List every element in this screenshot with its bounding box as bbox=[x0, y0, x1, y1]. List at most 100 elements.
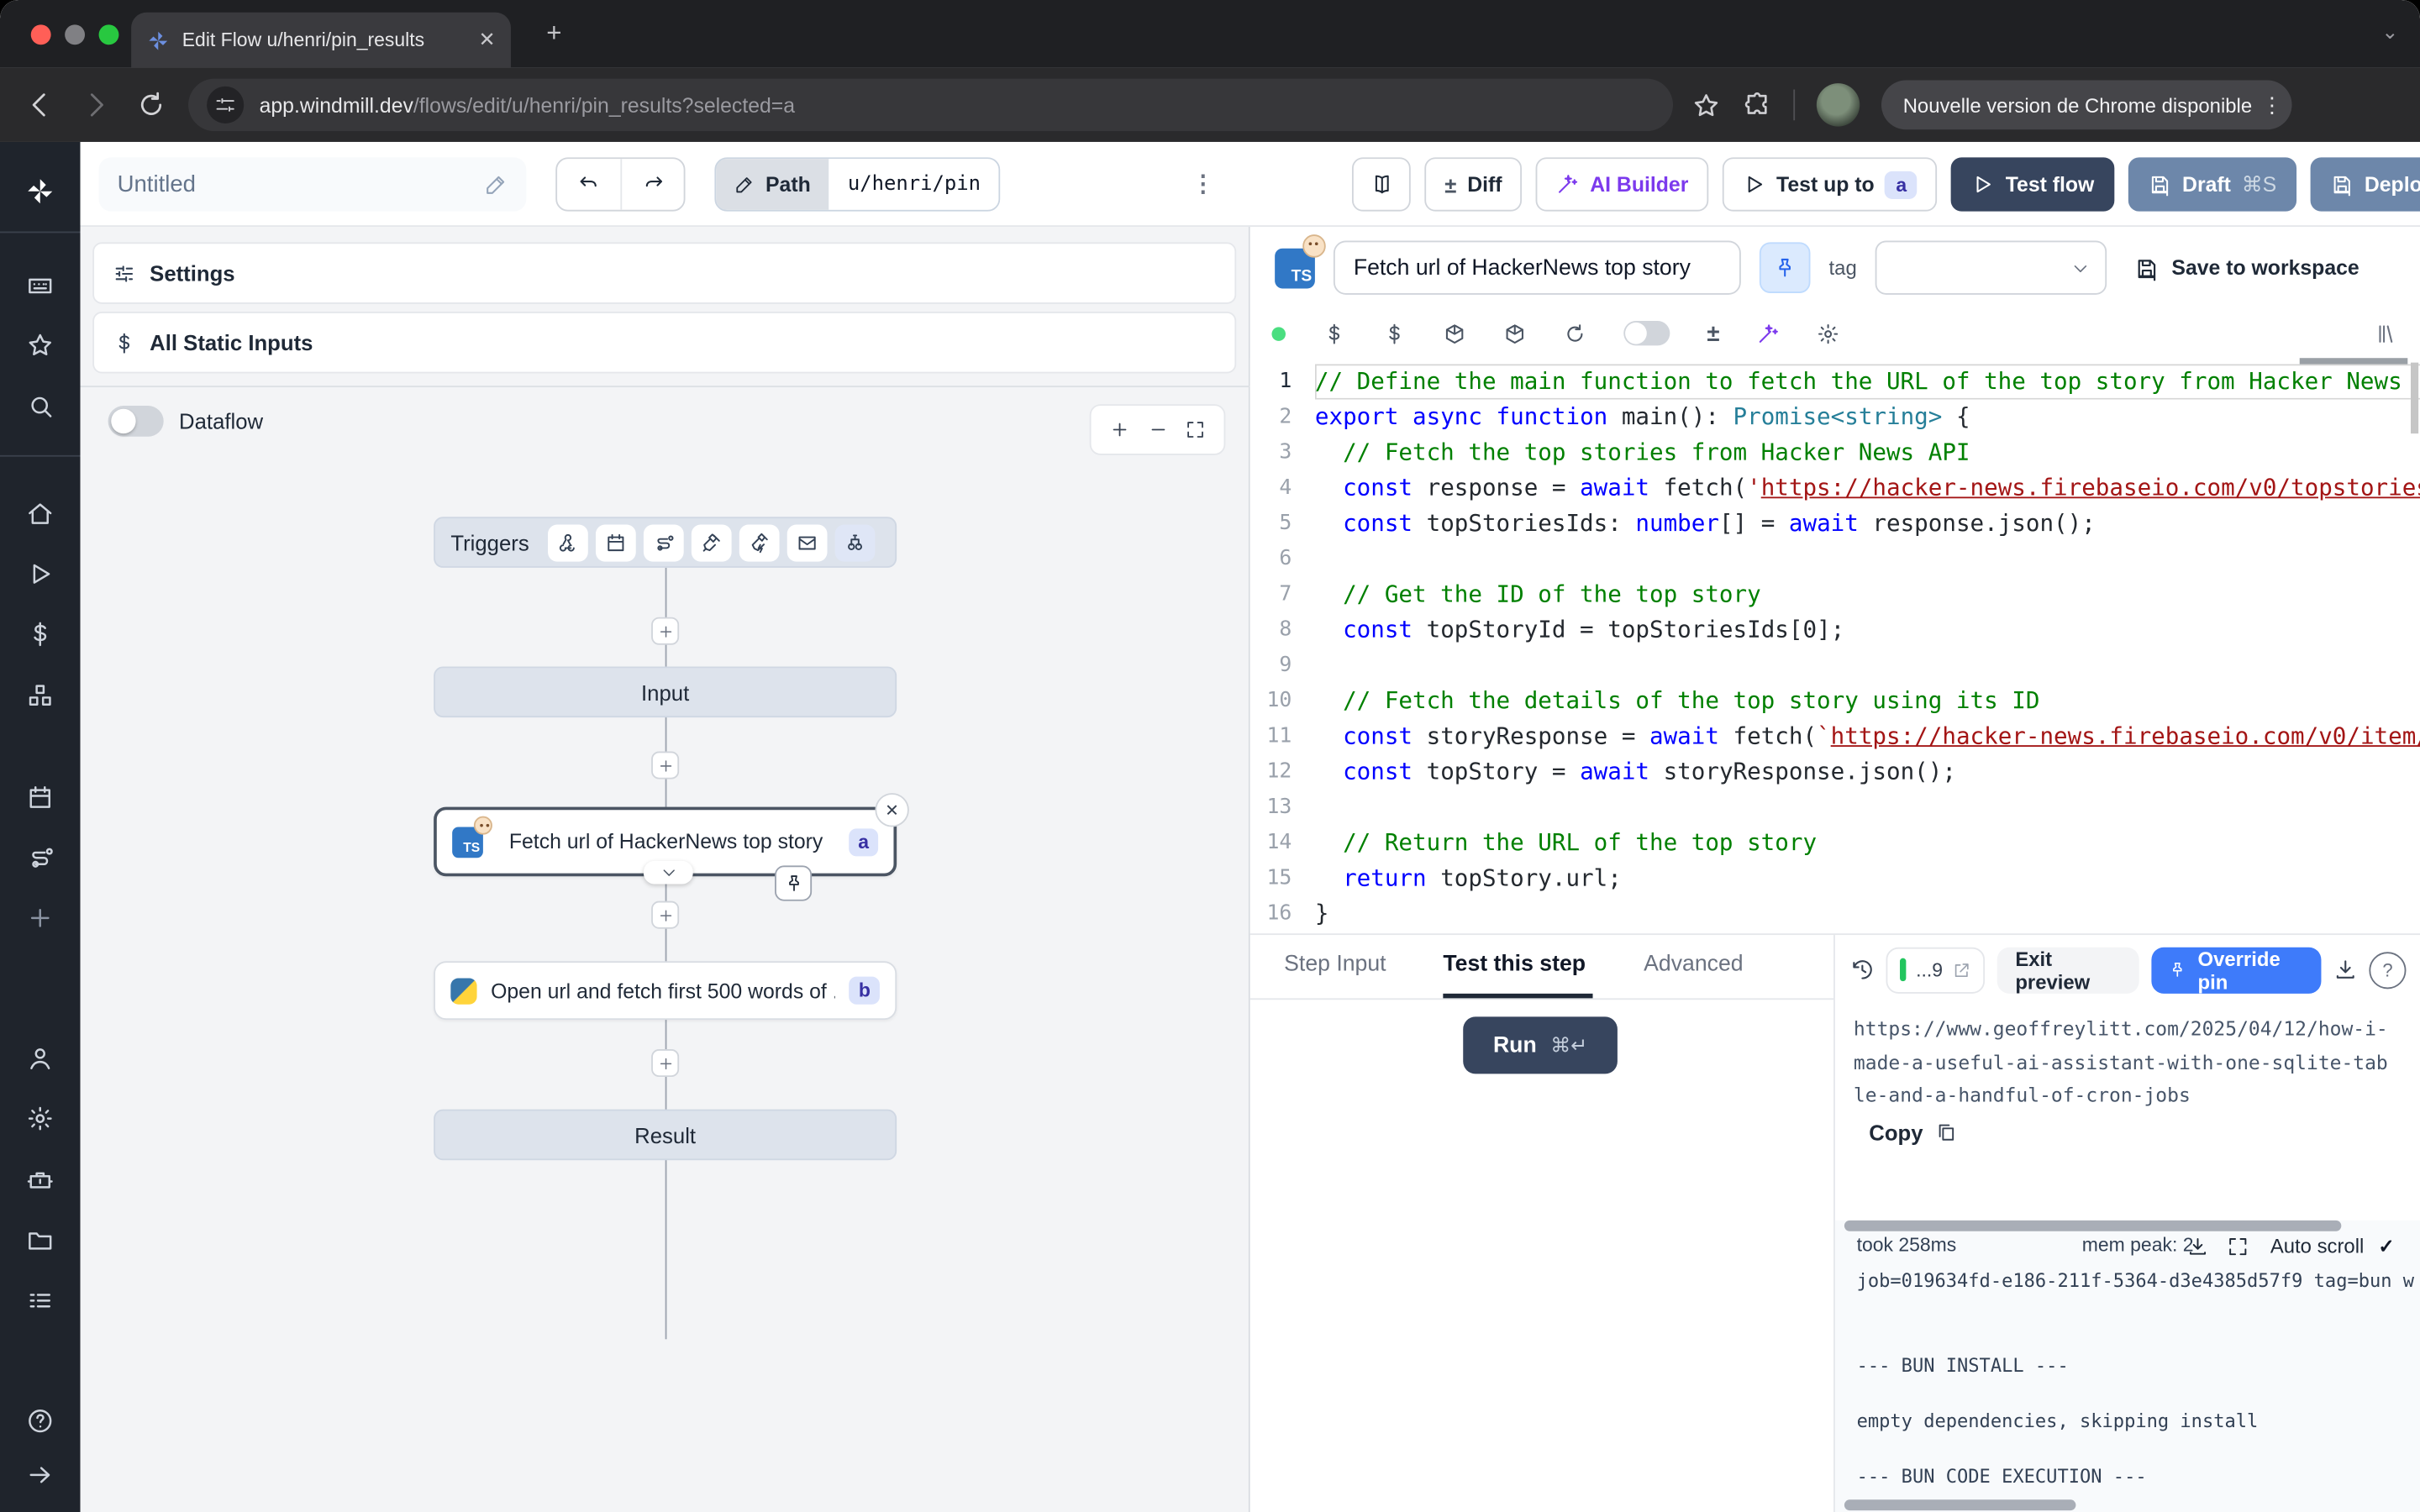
test-flow-button[interactable]: Test flow bbox=[1951, 157, 2114, 211]
route-trigger-icon[interactable] bbox=[644, 524, 684, 561]
log-hscrollbar-bottom[interactable] bbox=[1844, 1499, 2076, 1510]
window-minimize-button[interactable] bbox=[65, 24, 85, 45]
library-icon[interactable] bbox=[2375, 322, 2399, 345]
poll-trigger-icon[interactable] bbox=[834, 524, 875, 561]
add-step-button[interactable] bbox=[651, 901, 679, 929]
static-inputs-row[interactable]: All Static Inputs bbox=[92, 312, 1236, 373]
autoscroll-label[interactable]: Auto scroll bbox=[2270, 1234, 2364, 1257]
more-options-icon[interactable]: ⋮ bbox=[1192, 170, 1215, 197]
flow-name-field[interactable]: Untitled bbox=[99, 157, 527, 211]
autoscroll-check-icon[interactable]: ✓ bbox=[2378, 1234, 2394, 1257]
dataflow-toggle[interactable] bbox=[108, 406, 164, 437]
add-step-button[interactable] bbox=[651, 617, 679, 645]
code-editor[interactable]: 1// Define the main function to fetch th… bbox=[1250, 358, 2420, 933]
override-pin-button[interactable]: Override pin bbox=[2152, 947, 2321, 993]
window-zoom-button[interactable] bbox=[99, 24, 119, 45]
rail-item-resources-icon[interactable] bbox=[26, 682, 54, 710]
rail-item-schedules-icon[interactable] bbox=[26, 784, 54, 811]
rail-item-routes-icon[interactable] bbox=[26, 844, 54, 872]
code-line[interactable]: 15 return topStory.url; bbox=[1250, 861, 2420, 896]
tab-step-input[interactable]: Step Input bbox=[1284, 952, 1386, 976]
tag-select[interactable] bbox=[1876, 241, 2107, 295]
variables-icon[interactable] bbox=[1323, 322, 1346, 345]
resources-icon[interactable] bbox=[1383, 322, 1407, 345]
rail-item-logs-icon[interactable] bbox=[26, 1287, 54, 1315]
chrome-update-button[interactable]: Nouvelle version de Chrome disponible ⋮ bbox=[1881, 81, 2292, 130]
code-line[interactable]: 13 bbox=[1250, 790, 2420, 825]
bookmark-icon[interactable] bbox=[1691, 90, 1721, 119]
input-node[interactable]: Input bbox=[434, 666, 897, 717]
draft-button[interactable]: Draft⌘S bbox=[2128, 157, 2296, 211]
history-icon[interactable] bbox=[1850, 957, 1874, 983]
forward-icon[interactable] bbox=[81, 90, 112, 121]
package-icon[interactable] bbox=[1503, 322, 1527, 345]
rail-item-folders-icon[interactable] bbox=[26, 1226, 54, 1254]
expand-logs-icon[interactable] bbox=[2227, 1236, 2249, 1257]
job-pill[interactable]: ...9 bbox=[1886, 947, 1984, 993]
remove-step-icon[interactable]: ✕ bbox=[875, 793, 908, 827]
add-step-button[interactable] bbox=[651, 751, 679, 779]
websocket-trigger-icon[interactable] bbox=[692, 524, 732, 561]
profile-avatar[interactable] bbox=[1817, 83, 1860, 126]
test-up-to-button[interactable]: Test up toa bbox=[1723, 157, 1938, 211]
external-link-icon[interactable] bbox=[1952, 960, 1970, 979]
code-line[interactable]: 2export async function main(): Promise<s… bbox=[1250, 400, 2420, 435]
code-line[interactable]: 11 const storyResponse = await fetch(`ht… bbox=[1250, 719, 2420, 754]
code-line[interactable]: 4 const response = await fetch('https://… bbox=[1250, 470, 2420, 506]
clipped-icon[interactable]: ? bbox=[2369, 951, 2406, 988]
code-line[interactable]: 1// Define the main function to fetch th… bbox=[1250, 364, 2420, 399]
email-trigger-icon[interactable] bbox=[786, 524, 827, 561]
diff-mode-icon[interactable]: ± bbox=[1707, 320, 1719, 346]
undo-button[interactable] bbox=[557, 159, 620, 210]
rail-item-variables-icon[interactable] bbox=[26, 620, 54, 648]
extensions-icon[interactable] bbox=[1743, 90, 1772, 119]
code-line[interactable]: 7 // Get the ID of the top story bbox=[1250, 577, 2420, 612]
editor-vscrollbar[interactable] bbox=[2411, 363, 2418, 433]
docs-button[interactable] bbox=[1352, 157, 1411, 211]
kafka-trigger-icon[interactable] bbox=[739, 524, 779, 561]
code-line[interactable]: 8 const topStoryId = topStoriesIds[0]; bbox=[1250, 612, 2420, 648]
pin-toggle-button[interactable] bbox=[1760, 242, 1811, 293]
deploy-button[interactable]: Deploy bbox=[2311, 157, 2420, 211]
copy-button[interactable]: Copy bbox=[1869, 1120, 1957, 1144]
redo-button[interactable] bbox=[620, 159, 683, 210]
collapse-step-icon[interactable] bbox=[644, 861, 693, 885]
code-line[interactable]: 12 const topStory = await storyResponse.… bbox=[1250, 754, 2420, 790]
rail-item-runs-icon[interactable] bbox=[26, 560, 54, 588]
code-line[interactable]: 14 // Return the URL of the top story bbox=[1250, 826, 2420, 861]
triggers-node[interactable]: Triggers bbox=[434, 517, 897, 568]
rail-item-apps-icon[interactable] bbox=[26, 271, 54, 299]
rail-item-favorites-icon[interactable] bbox=[26, 332, 54, 360]
reload-icon[interactable] bbox=[136, 90, 167, 121]
fit-view-icon[interactable] bbox=[1186, 420, 1206, 440]
ai-assist-icon[interactable] bbox=[1757, 322, 1781, 345]
reset-icon[interactable] bbox=[1564, 322, 1587, 345]
rail-item-users-icon[interactable] bbox=[26, 1044, 54, 1072]
rail-item-home-icon[interactable] bbox=[26, 500, 54, 528]
run-button[interactable]: Run⌘↵ bbox=[1463, 1016, 1618, 1074]
site-settings-icon[interactable] bbox=[207, 87, 244, 123]
editor-hscrollbar[interactable] bbox=[2300, 358, 2408, 364]
editor-toggle[interactable] bbox=[1623, 321, 1670, 345]
tab-test-this-step[interactable]: Test this step bbox=[1443, 952, 1586, 976]
pinned-indicator-icon[interactable] bbox=[775, 865, 812, 900]
rail-item-settings-icon[interactable] bbox=[26, 1105, 54, 1132]
browser-tab[interactable]: Edit Flow u/henri/pin_results ✕ bbox=[131, 13, 511, 68]
code-line[interactable]: 16} bbox=[1250, 896, 2420, 932]
settings-row[interactable]: Settings bbox=[92, 242, 1236, 303]
rail-item-workers-icon[interactable] bbox=[26, 1167, 54, 1194]
new-tab-button[interactable]: + bbox=[537, 17, 571, 50]
download-logs-icon[interactable] bbox=[2187, 1236, 2209, 1257]
diff-button[interactable]: ±Diff bbox=[1424, 157, 1522, 211]
step-a-node[interactable]: TS Fetch url of HackerNews top story a ✕ bbox=[434, 807, 897, 877]
package-icon[interactable] bbox=[1443, 322, 1466, 345]
code-line[interactable]: 3 // Fetch the top stories from Hacker N… bbox=[1250, 435, 2420, 470]
step-b-node[interactable]: Open url and fetch first 500 words of ..… bbox=[434, 961, 897, 1020]
chrome-menu-icon[interactable]: ⋮ bbox=[2261, 92, 2283, 118]
rail-collapse-icon[interactable] bbox=[26, 1461, 54, 1488]
code-line[interactable]: 5 const topStoriesIds: number[] = await … bbox=[1250, 506, 2420, 541]
schedule-trigger-icon[interactable] bbox=[596, 524, 636, 561]
edit-name-icon[interactable] bbox=[485, 173, 508, 197]
rail-item-help-icon[interactable] bbox=[26, 1407, 54, 1435]
code-line[interactable]: 9 bbox=[1250, 648, 2420, 683]
